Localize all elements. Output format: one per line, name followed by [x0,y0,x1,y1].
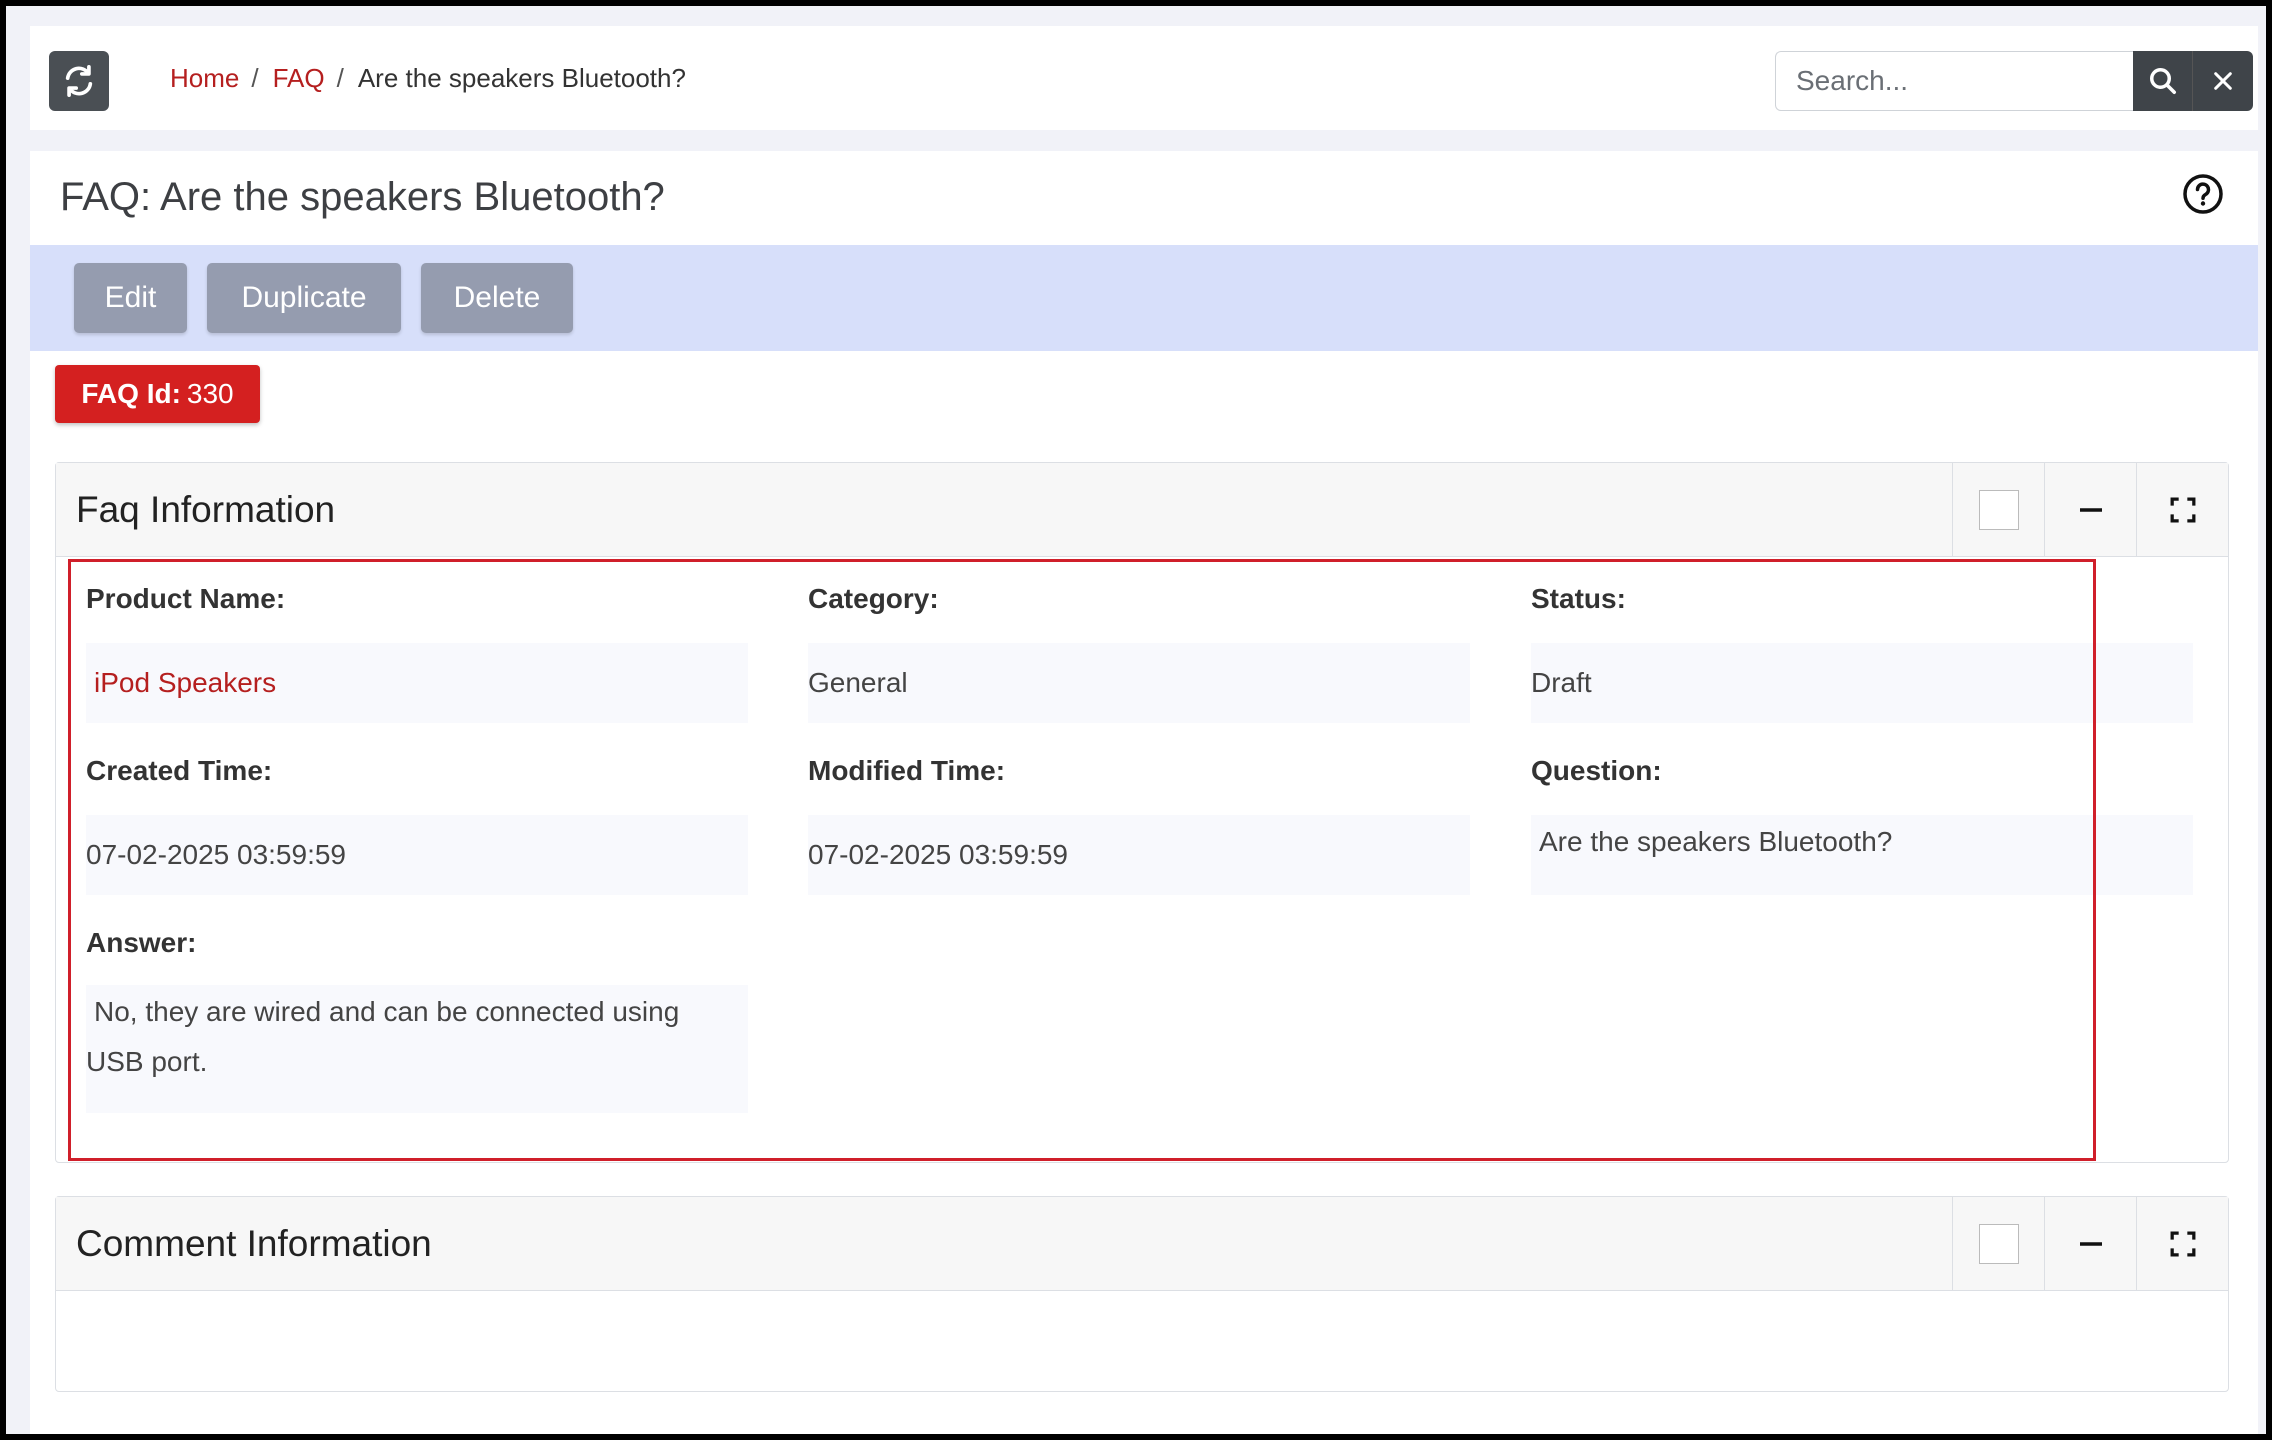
fullscreen-button[interactable] [2136,463,2228,557]
card-title: Faq Information [76,489,336,530]
refresh-icon [65,64,93,98]
select-checkbox[interactable] [1952,1197,2044,1291]
answer-value: No, they are wired and can be connected … [86,985,748,1113]
edit-button[interactable]: Edit [74,263,187,333]
action-toolbar: Edit Duplicate Delete [30,245,2258,351]
card-tools [1952,463,2228,557]
duplicate-button[interactable]: Duplicate [207,263,401,333]
refresh-button[interactable] [49,51,109,111]
field-label: Modified Time: [808,755,1006,786]
field-modified-time: Modified Time: [808,755,1005,787]
card-title: Comment Information [76,1223,432,1264]
modified-time-value: 07-02-2025 03:59:59 [808,815,1470,895]
answer-line-2: USB port. [86,1046,208,1077]
product-name-link[interactable]: iPod Speakers [86,643,748,723]
breadcrumb-separator: / [251,62,259,93]
field-category: Category: [808,583,939,615]
created-time-value: 07-02-2025 03:59:59 [86,815,748,895]
delete-button[interactable]: Delete [421,263,573,333]
answer-line-1: No, they are wired and can be connected … [94,996,680,1027]
faq-id-label: FAQ Id: [81,378,181,409]
field-product-name: Product Name: [86,583,285,615]
search-input[interactable] [1775,51,2133,111]
field-label: Status: [1531,583,1626,614]
breadcrumb-home-link[interactable]: Home [170,63,239,94]
search-button[interactable] [2133,51,2193,111]
fullscreen-button[interactable] [2136,1197,2228,1291]
category-value: General [808,643,1470,723]
minus-icon [2079,1242,2102,1246]
field-label: Question: [1531,755,1662,786]
faq-information-card: Faq Information Product Name: iPod Speak… [55,462,2229,1163]
breadcrumb: Home / FAQ / Are the speakers Bluetooth? [170,26,686,130]
main-panel: FAQ: Are the speakers Bluetooth? Edit Du… [30,151,2258,1434]
app-frame: Home / FAQ / Are the speakers Bluetooth? [6,6,2266,1434]
clear-search-button[interactable] [2193,51,2253,111]
field-status: Status: [1531,583,1626,615]
help-circle-icon[interactable] [2182,173,2224,215]
breadcrumb-separator: / [336,62,344,93]
field-answer: Answer: [86,927,196,959]
collapse-button[interactable] [2044,463,2136,557]
search-group [1775,51,2253,111]
breadcrumb-current: Are the speakers Bluetooth? [357,62,686,93]
select-checkbox[interactable] [1952,463,2044,557]
field-question: Question: [1531,755,1662,787]
faq-id-badge: FAQ Id: 330 [55,365,260,423]
search-icon [2149,68,2176,94]
question-value: Are the speakers Bluetooth? [1531,815,2193,895]
breadcrumb-faq-link[interactable]: FAQ [273,63,325,94]
card-tools [1952,1197,2228,1291]
field-label: Answer: [86,927,197,958]
minus-icon [2079,508,2102,512]
expand-icon [2170,497,2195,523]
card-header: Faq Information [56,463,2228,557]
collapse-button[interactable] [2044,1197,2136,1291]
expand-icon [2170,1231,2195,1257]
field-created-time: Created Time: [86,755,272,787]
comment-information-card: Comment Information [55,1196,2229,1392]
close-icon [2214,72,2232,90]
status-value: Draft [1531,643,2193,723]
faq-id-value: 330 [186,378,234,409]
field-label: Created Time: [86,755,273,786]
card-header: Comment Information [56,1197,2228,1291]
field-label: Product Name: [86,583,286,614]
checkbox[interactable] [1978,1224,2019,1264]
top-bar: Home / FAQ / Are the speakers Bluetooth? [30,26,2258,130]
checkbox[interactable] [1978,490,2019,530]
field-label: Category: [808,583,939,614]
page-title: FAQ: Are the speakers Bluetooth? [60,175,665,219]
